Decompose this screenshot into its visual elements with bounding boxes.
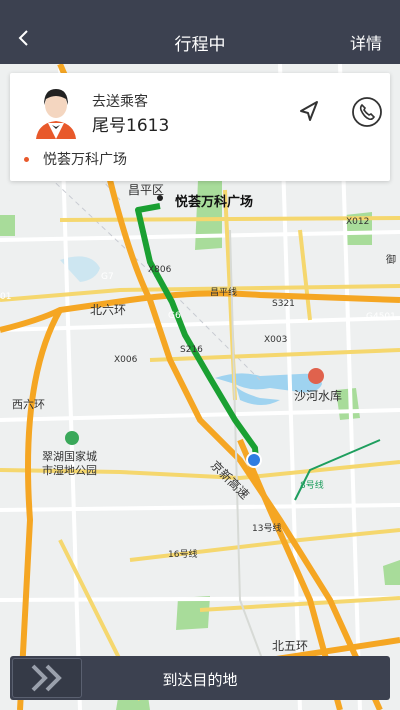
map-label-g4501: G4501 bbox=[366, 312, 396, 322]
map-district-label: 昌平区 bbox=[128, 183, 164, 197]
map-label-cuihu1: 翠湖国家城 bbox=[42, 449, 97, 463]
map-label-changping-line: 昌平线 bbox=[210, 286, 237, 298]
destination-row: 悦荟万科广场 bbox=[24, 149, 127, 169]
destination-label: 悦荟万科广场 bbox=[43, 152, 127, 168]
phone-icon bbox=[352, 97, 382, 127]
map-label-x806: X806 bbox=[148, 265, 172, 275]
map-label-north5: 北五环 bbox=[272, 639, 308, 653]
map-label-line16: 16号线 bbox=[168, 548, 197, 560]
map-destination-label: 悦荟万科广场 bbox=[175, 194, 253, 210]
header-bar: 行程中 详情 bbox=[0, 0, 400, 64]
detail-button[interactable]: 详情 bbox=[350, 30, 382, 54]
call-button[interactable] bbox=[350, 95, 384, 129]
map-label-g7: G7 bbox=[101, 272, 114, 282]
map-label-x003: X003 bbox=[264, 335, 287, 345]
slider-handle[interactable] bbox=[12, 658, 82, 698]
passenger-tail-number: 尾号1613 bbox=[92, 116, 170, 136]
map-label-north6: 北六环 bbox=[90, 303, 126, 317]
map-label-cuihu2: 市湿地公园 bbox=[42, 463, 97, 477]
arrive-slider-bar[interactable]: 到达目的地 bbox=[10, 656, 390, 700]
map-label-edge-right: 御 bbox=[386, 253, 396, 266]
map-label-line13: 13号线 bbox=[252, 522, 281, 534]
task-label: 去送乘客 bbox=[92, 94, 148, 110]
map-label-s216: S216 bbox=[180, 345, 203, 355]
passenger-card: 去送乘客 尾号1613 悦荟万科广场 bbox=[10, 73, 390, 181]
double-chevron-right-icon bbox=[31, 664, 62, 692]
map-label-x012: X012 bbox=[346, 217, 369, 227]
map-label-west6: 西六环 bbox=[12, 398, 45, 411]
map-label-edge-left: 01 bbox=[0, 292, 11, 302]
navigation-arrow-icon bbox=[300, 101, 318, 121]
destination-dot-icon bbox=[24, 156, 29, 162]
map-label-g6: G6 bbox=[168, 311, 181, 321]
map-label-x006: X006 bbox=[114, 355, 138, 365]
map-label-shahe: 沙河水库 bbox=[294, 388, 342, 403]
map-label-line8: 8号线 bbox=[300, 479, 324, 491]
navigate-button[interactable] bbox=[292, 95, 326, 129]
person-avatar-icon bbox=[36, 89, 76, 139]
passenger-avatar bbox=[30, 85, 82, 139]
map-label-s321: S321 bbox=[272, 299, 295, 309]
page-title: 行程中 bbox=[174, 35, 226, 55]
